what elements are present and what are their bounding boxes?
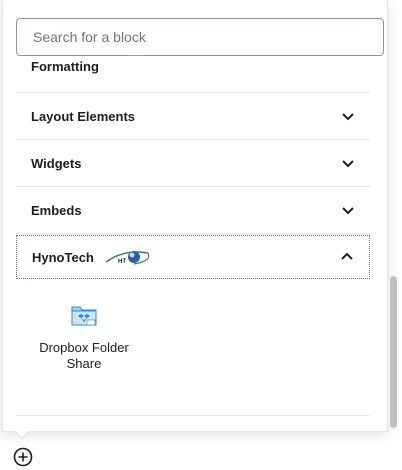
panel-layout-elements[interactable]: Layout Elements bbox=[16, 93, 370, 140]
chevron-down-icon bbox=[341, 109, 355, 123]
panel-formatting[interactable]: Formatting bbox=[16, 60, 370, 93]
chevron-down-icon bbox=[341, 203, 355, 217]
category-list: Formatting Layout Elements Widgets Embed… bbox=[16, 60, 370, 432]
block-inserter-stage: Formatting Layout Elements Widgets Embed… bbox=[0, 0, 402, 470]
panel-hynotech-header: HynoTech HT bbox=[32, 247, 152, 267]
hynotech-logo-icon: HT bbox=[105, 251, 150, 265]
chevron-down-icon bbox=[341, 156, 355, 170]
logo-lettering: HT bbox=[118, 259, 126, 265]
panel-embeds[interactable]: Embeds bbox=[16, 187, 370, 234]
panel-widgets-title: Widgets bbox=[31, 155, 82, 171]
add-block-button[interactable] bbox=[12, 446, 34, 468]
search-wrapper bbox=[16, 18, 384, 58]
chevron-up-icon bbox=[340, 250, 354, 264]
panel-hynotech[interactable]: HynoTech HT bbox=[16, 235, 370, 279]
panel-widgets[interactable]: Widgets bbox=[16, 140, 370, 187]
popover-arrow-inner bbox=[15, 430, 29, 437]
block-search-input[interactable] bbox=[16, 18, 384, 56]
panel-formatting-title: Formatting bbox=[31, 60, 99, 74]
panel-hynotech-title: HynoTech bbox=[32, 249, 94, 265]
dropbox-folder-icon bbox=[71, 306, 97, 326]
panel-layout-elements-title: Layout Elements bbox=[31, 108, 136, 124]
plus-circle-icon bbox=[13, 447, 33, 467]
block-item-label: Dropbox Folder Share bbox=[39, 340, 129, 371]
panel-embeds-title: Embeds bbox=[31, 202, 82, 218]
block-item-dropbox-folder-share[interactable]: Dropbox Folder Share bbox=[34, 301, 134, 372]
panel-hynotech-body: Dropbox Folder Share bbox=[16, 279, 370, 416]
list-scrollbar-thumb[interactable] bbox=[390, 276, 397, 428]
